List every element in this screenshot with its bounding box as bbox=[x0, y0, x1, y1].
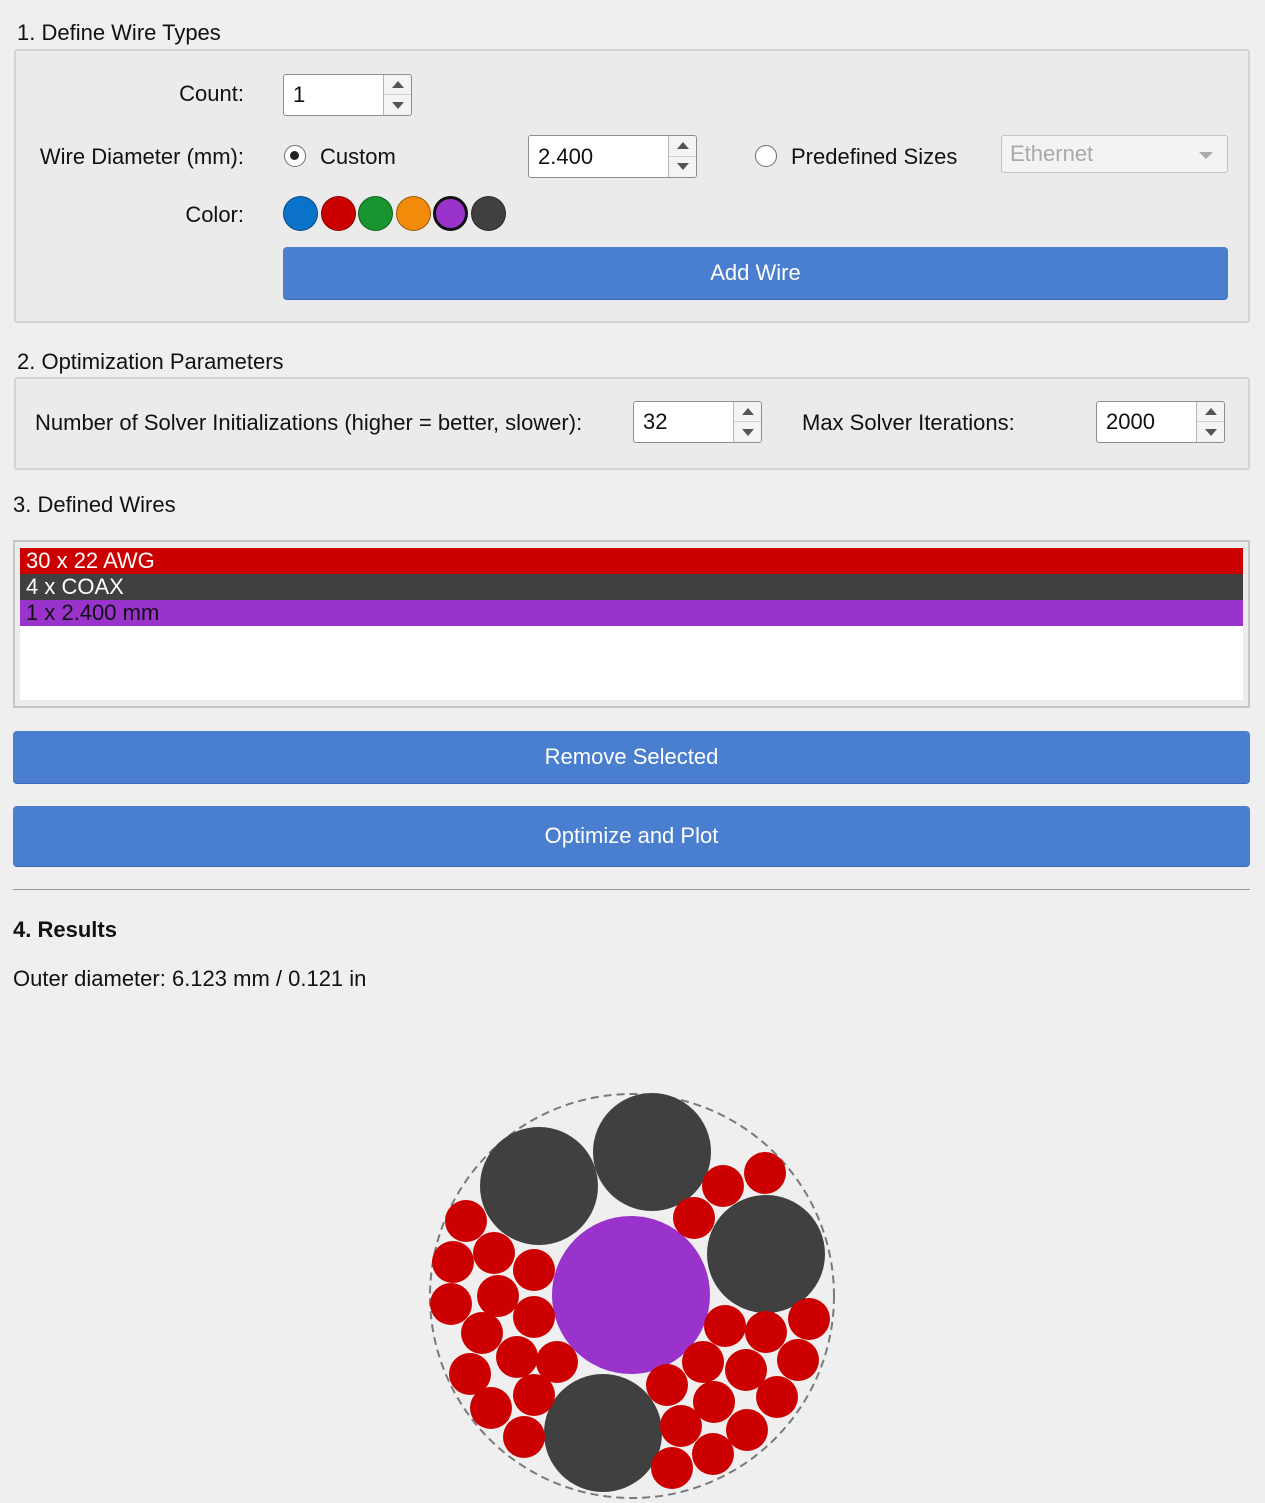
awg-wire-circle bbox=[470, 1387, 512, 1429]
awg-wire-circle bbox=[430, 1283, 472, 1325]
count-value: 1 bbox=[293, 82, 306, 107]
awg-wire-circle bbox=[744, 1152, 786, 1194]
awg-wire-circle bbox=[745, 1311, 787, 1353]
awg-wire-circle bbox=[660, 1405, 702, 1447]
color-label: Color: bbox=[185, 202, 244, 227]
diameter-down-arrow-icon[interactable] bbox=[669, 157, 696, 178]
count-label: Count: bbox=[179, 81, 244, 106]
awg-wire-circle bbox=[461, 1312, 503, 1354]
awg-wire-circle bbox=[704, 1305, 746, 1347]
wire-list-item[interactable]: 30 x 22 AWG bbox=[20, 548, 1243, 574]
color-swatch-red[interactable] bbox=[320, 196, 356, 231]
count-up-arrow-icon[interactable] bbox=[384, 75, 411, 95]
awg-wire-circle bbox=[702, 1165, 744, 1207]
iters-up-arrow-icon[interactable] bbox=[1197, 402, 1224, 422]
defined-wires-list-body: 30 x 22 AWG 4 x COAX 1 x 2.400 mm bbox=[20, 548, 1243, 700]
awg-wire-circle bbox=[756, 1376, 798, 1418]
chevron-down-icon bbox=[1199, 152, 1213, 159]
predefined-sizes-radio[interactable] bbox=[755, 145, 777, 167]
awg-wire-circle bbox=[788, 1298, 830, 1340]
predefined-sizes-value: Ethernet bbox=[1010, 141, 1094, 166]
awg-wire-circle bbox=[682, 1341, 724, 1383]
custom-diameter-value: 2.400 bbox=[538, 143, 594, 169]
awg-wire-circle bbox=[445, 1200, 487, 1242]
predefined-sizes-dropdown[interactable]: Ethernet bbox=[1001, 135, 1228, 173]
optimization-parameters-title: 2. Optimization Parameters bbox=[17, 349, 284, 374]
max-solver-iterations-spinbox[interactable]: 2000 bbox=[1096, 401, 1225, 443]
color-swatch-blue[interactable] bbox=[283, 196, 318, 231]
define-wire-types-title: 1. Define Wire Types bbox=[17, 20, 221, 45]
awg-wire-circle bbox=[503, 1416, 545, 1458]
outer-diameter-text: Outer diameter: 6.123 mm / 0.121 in bbox=[13, 966, 367, 991]
color-swatch-orange[interactable] bbox=[395, 196, 431, 231]
count-spinbox[interactable]: 1 bbox=[283, 74, 412, 116]
add-wire-button[interactable]: Add Wire bbox=[283, 247, 1228, 299]
solver-initializations-value: 32 bbox=[643, 409, 668, 434]
remove-selected-button[interactable]: Remove Selected bbox=[13, 731, 1250, 783]
diameter-up-arrow-icon[interactable] bbox=[669, 136, 696, 157]
solver-initializations-label: Number of Solver Initializations (higher… bbox=[35, 410, 583, 435]
coax-wire-circle bbox=[480, 1127, 598, 1245]
results-divider bbox=[13, 889, 1250, 890]
custom-diameter-spinbox[interactable]: 2.400 bbox=[528, 135, 697, 178]
max-solver-iterations-label: Max Solver Iterations: bbox=[802, 410, 1015, 435]
coax-wire-circle bbox=[544, 1374, 662, 1492]
cable-cross-section-plot bbox=[429, 1093, 835, 1499]
custom-radio-label[interactable]: Custom bbox=[320, 144, 396, 170]
awg-wire-circle bbox=[726, 1409, 768, 1451]
solver-initializations-spinbox[interactable]: 32 bbox=[633, 401, 762, 443]
max-solver-iterations-value: 2000 bbox=[1106, 409, 1155, 434]
color-swatch-green[interactable] bbox=[358, 196, 393, 231]
predefined-sizes-label[interactable]: Predefined Sizes bbox=[791, 144, 957, 170]
wire-list-item[interactable]: 1 x 2.400 mm bbox=[20, 600, 1243, 626]
custom-radio[interactable] bbox=[284, 145, 306, 167]
inits-down-arrow-icon[interactable] bbox=[734, 422, 761, 442]
wire-diameter-label: Wire Diameter (mm): bbox=[39, 144, 244, 169]
count-down-arrow-icon[interactable] bbox=[384, 95, 411, 115]
awg-wire-circle bbox=[513, 1249, 555, 1291]
wire-list-item[interactable]: 4 x COAX bbox=[20, 574, 1243, 600]
awg-wire-circle bbox=[777, 1339, 819, 1381]
iters-down-arrow-icon[interactable] bbox=[1197, 422, 1224, 442]
results-title: 4. Results bbox=[13, 917, 117, 942]
awg-wire-circle bbox=[473, 1232, 515, 1274]
coax-wire-circle bbox=[707, 1195, 825, 1313]
defined-wires-title: 3. Defined Wires bbox=[13, 492, 176, 517]
color-swatch-purple[interactable] bbox=[433, 196, 468, 231]
awg-wire-circle bbox=[673, 1197, 715, 1239]
awg-wire-circle bbox=[432, 1241, 474, 1283]
inits-up-arrow-icon[interactable] bbox=[734, 402, 761, 422]
awg-wire-circle bbox=[513, 1374, 555, 1416]
awg-wire-circle bbox=[692, 1433, 734, 1475]
awg-wire-circle bbox=[477, 1275, 519, 1317]
color-swatch-dark-gray[interactable] bbox=[470, 196, 506, 231]
awg-wire-circle bbox=[513, 1296, 555, 1338]
optimize-and-plot-button[interactable]: Optimize and Plot bbox=[13, 806, 1250, 866]
awg-wire-circle bbox=[496, 1336, 538, 1378]
defined-wires-list[interactable]: 30 x 22 AWG 4 x COAX 1 x 2.400 mm bbox=[13, 540, 1250, 708]
awg-wire-circle bbox=[651, 1447, 693, 1489]
awg-wire-circle bbox=[646, 1364, 688, 1406]
coax-wire-circle bbox=[593, 1093, 711, 1211]
